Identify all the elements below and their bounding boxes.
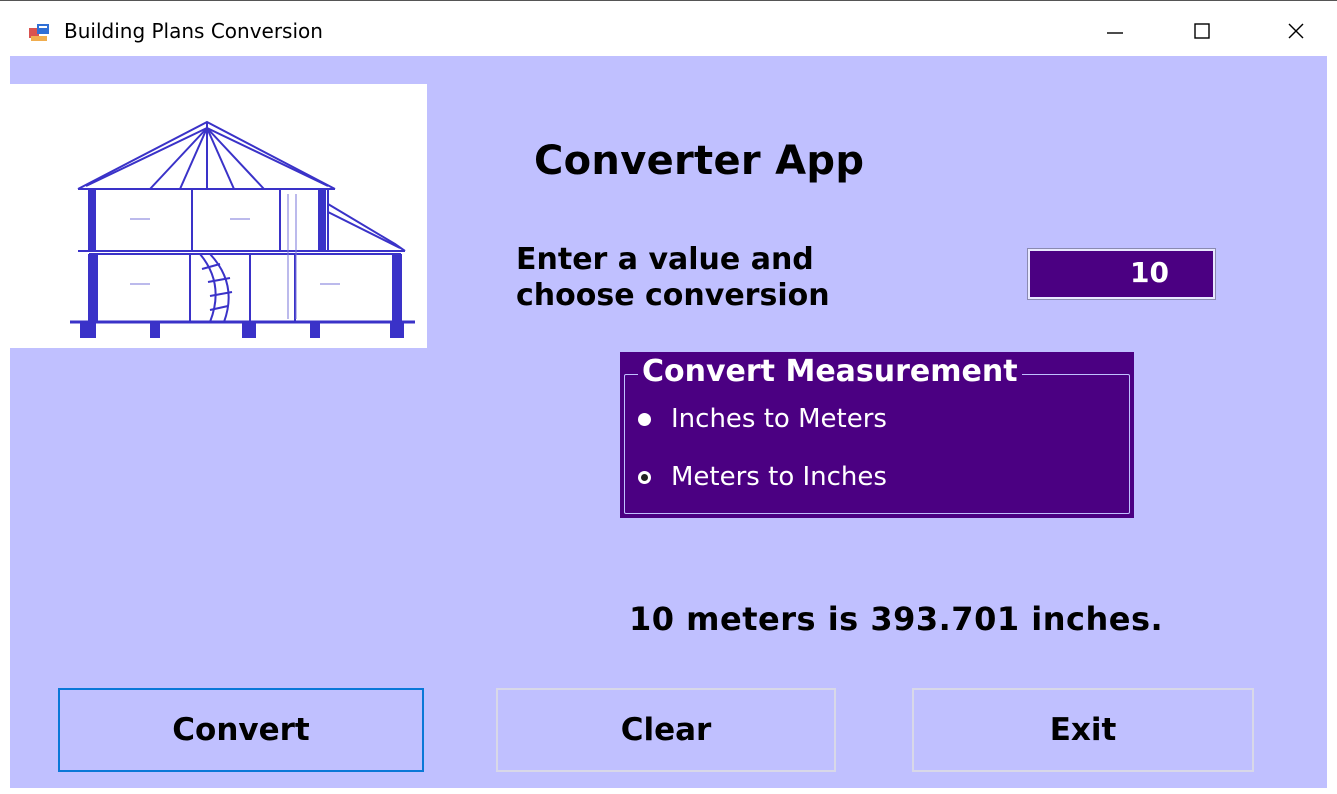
convert-measurement-group: Convert Measurement Inches to Meters Met…	[620, 352, 1134, 518]
prompt-line-2: choose conversion	[516, 278, 830, 313]
radio-meters-to-inches[interactable]: Meters to Inches	[638, 462, 887, 492]
clear-button[interactable]: Clear	[496, 688, 836, 772]
maximize-icon	[1194, 23, 1210, 39]
radio-label-inches-to-meters: Inches to Meters	[671, 404, 887, 434]
result-label: 10 meters is 393.701 inches.	[629, 600, 1164, 638]
minimize-icon	[1107, 32, 1123, 34]
radio-label-meters-to-inches: Meters to Inches	[671, 462, 887, 492]
radio-unchecked-icon[interactable]	[638, 412, 651, 426]
prompt-label: Enter a value and choose conversion	[516, 242, 830, 314]
form-client-area: Converter App Enter a value and choose c…	[10, 56, 1327, 788]
exit-button[interactable]: Exit	[912, 688, 1254, 772]
window-title: Building Plans Conversion	[64, 19, 323, 43]
convert-button[interactable]: Convert	[58, 688, 424, 772]
value-input[interactable]: 10	[1027, 248, 1216, 300]
close-icon	[1288, 23, 1304, 39]
close-button[interactable]	[1268, 9, 1324, 53]
app-icon	[29, 24, 49, 41]
app-title: Converter App	[534, 138, 865, 184]
prompt-line-1: Enter a value and	[516, 242, 814, 277]
radio-inches-to-meters[interactable]: Inches to Meters	[638, 404, 887, 434]
house-cross-section-icon	[70, 120, 415, 338]
title-bar: Building Plans Conversion	[0, 0, 1337, 56]
radio-checked-icon[interactable]	[638, 470, 651, 484]
group-legend: Convert Measurement	[638, 352, 1022, 392]
group-frame	[624, 374, 1130, 514]
house-plan-picture	[10, 84, 427, 348]
maximize-button[interactable]	[1174, 9, 1230, 53]
minimize-button[interactable]	[1087, 9, 1143, 53]
